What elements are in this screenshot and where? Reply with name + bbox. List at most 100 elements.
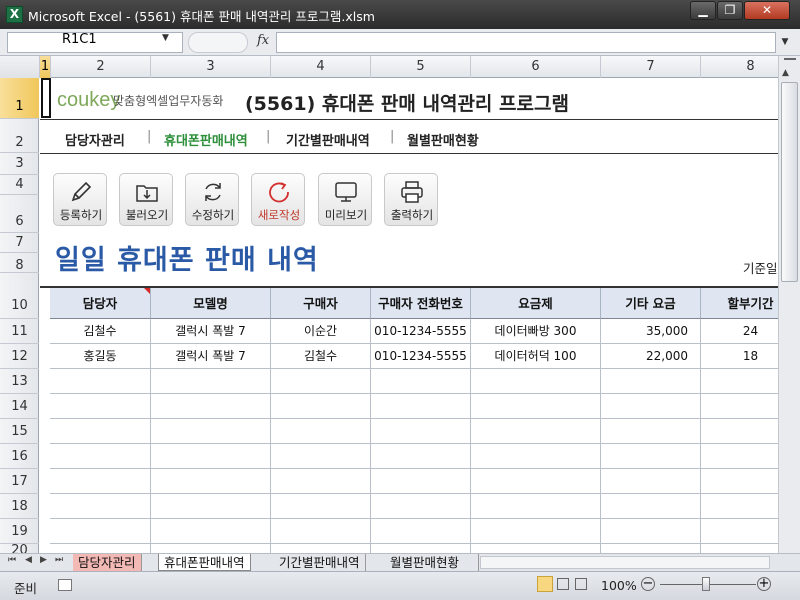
- row-header[interactable]: 14: [0, 394, 39, 419]
- row-header[interactable]: 18: [0, 494, 39, 519]
- table-cell[interactable]: [471, 394, 601, 419]
- first-sheet-icon[interactable]: ⏮: [8, 555, 16, 565]
- print-button[interactable]: 출력하기: [384, 173, 438, 226]
- column-header[interactable]: 7: [601, 56, 701, 78]
- table-cell[interactable]: [271, 369, 371, 394]
- table-header[interactable]: 기타 요금: [601, 288, 701, 319]
- nav-item-manager[interactable]: 담당자관리: [65, 130, 125, 149]
- table-cell[interactable]: 갤럭시 폭발 7: [151, 344, 271, 369]
- column-header[interactable]: 6: [471, 56, 601, 78]
- table-cell[interactable]: [471, 444, 601, 469]
- expand-formula-icon[interactable]: ▼: [777, 32, 793, 53]
- table-cell[interactable]: [50, 494, 151, 519]
- sheet-tab-period[interactable]: 기간별판매내역: [274, 554, 366, 571]
- preview-button[interactable]: 미리보기: [318, 173, 372, 226]
- table-cell[interactable]: [601, 469, 701, 494]
- row-header[interactable]: 16: [0, 444, 39, 469]
- table-cell[interactable]: [50, 519, 151, 544]
- table-cell[interactable]: 18: [701, 344, 778, 369]
- column-header[interactable]: 8: [701, 56, 778, 78]
- table-cell[interactable]: [50, 394, 151, 419]
- table-cell[interactable]: [601, 519, 701, 544]
- table-cell[interactable]: [50, 369, 151, 394]
- minimize-button[interactable]: ▁: [690, 1, 716, 20]
- table-cell[interactable]: [471, 519, 601, 544]
- table-cell[interactable]: [371, 519, 471, 544]
- row-header[interactable]: 15: [0, 419, 39, 444]
- row-header[interactable]: 12: [0, 344, 39, 369]
- table-cell[interactable]: [371, 469, 471, 494]
- table-cell[interactable]: [601, 394, 701, 419]
- normal-view-icon[interactable]: [537, 576, 553, 592]
- active-cell[interactable]: [41, 78, 51, 118]
- row-header[interactable]: 13: [0, 369, 39, 394]
- table-cell[interactable]: [271, 419, 371, 444]
- row-header[interactable]: 10: [0, 273, 39, 319]
- table-cell[interactable]: [601, 444, 701, 469]
- chevron-down-icon[interactable]: ▼: [162, 33, 169, 43]
- page-layout-view-icon[interactable]: [557, 578, 569, 590]
- row-header[interactable]: 7: [0, 233, 39, 253]
- table-cell[interactable]: [601, 369, 701, 394]
- table-cell[interactable]: [701, 444, 778, 469]
- table-cell[interactable]: [151, 419, 271, 444]
- table-header[interactable]: 할부기간: [701, 288, 778, 319]
- close-button[interactable]: ✕: [744, 1, 790, 20]
- scroll-thumb[interactable]: [781, 82, 798, 282]
- table-cell[interactable]: [371, 394, 471, 419]
- table-cell[interactable]: [701, 519, 778, 544]
- table-cell[interactable]: [371, 544, 471, 553]
- table-cell[interactable]: [371, 444, 471, 469]
- table-cell[interactable]: [471, 469, 601, 494]
- table-cell[interactable]: [50, 419, 151, 444]
- table-cell[interactable]: [701, 369, 778, 394]
- table-cell[interactable]: [271, 469, 371, 494]
- table-cell[interactable]: [471, 369, 601, 394]
- formula-input[interactable]: [276, 32, 776, 53]
- table-cell[interactable]: [50, 544, 151, 553]
- table-cell[interactable]: 24: [701, 319, 778, 344]
- table-header[interactable]: 구매자: [271, 288, 371, 319]
- table-cell[interactable]: 이순간: [271, 319, 371, 344]
- column-header[interactable]: 4: [271, 56, 371, 78]
- table-cell[interactable]: 010-1234-5555: [371, 319, 471, 344]
- table-cell[interactable]: [151, 544, 271, 553]
- table-cell[interactable]: [151, 444, 271, 469]
- table-cell[interactable]: [701, 469, 778, 494]
- table-cell[interactable]: [271, 444, 371, 469]
- table-cell[interactable]: [50, 469, 151, 494]
- split-handle-icon[interactable]: [784, 58, 796, 64]
- table-cell[interactable]: 김철수: [271, 344, 371, 369]
- nav-item-period[interactable]: 기간별판매내역: [286, 130, 370, 149]
- table-cell[interactable]: [701, 419, 778, 444]
- column-header[interactable]: 5: [371, 56, 471, 78]
- load-button[interactable]: 불러오기: [119, 173, 173, 226]
- row-header[interactable]: 17: [0, 469, 39, 494]
- nav-item-monthly[interactable]: 월별판매현황: [407, 130, 479, 149]
- table-cell[interactable]: [271, 519, 371, 544]
- table-cell[interactable]: [271, 544, 371, 553]
- comment-indicator[interactable]: [144, 288, 150, 294]
- table-header[interactable]: 구매자 전화번호: [371, 288, 471, 319]
- row-header[interactable]: 4: [0, 175, 39, 195]
- row-header[interactable]: 6: [0, 195, 39, 233]
- table-cell[interactable]: 김철수: [50, 319, 151, 344]
- select-all-corner[interactable]: [0, 56, 40, 78]
- table-cell[interactable]: [271, 394, 371, 419]
- table-cell[interactable]: [151, 494, 271, 519]
- new-button[interactable]: 새로작성: [251, 173, 305, 226]
- column-header[interactable]: 2: [51, 56, 151, 78]
- scroll-up-icon[interactable]: ▲: [782, 68, 789, 78]
- edit-button[interactable]: 수정하기: [185, 173, 239, 226]
- column-header[interactable]: 3: [151, 56, 271, 78]
- table-header[interactable]: 요금제: [471, 288, 601, 319]
- table-cell[interactable]: [151, 519, 271, 544]
- horizontal-scrollbar[interactable]: [480, 556, 770, 569]
- table-cell[interactable]: [151, 394, 271, 419]
- sheet-tab-monthly[interactable]: 월별판매현황: [385, 554, 479, 571]
- macro-record-icon[interactable]: [58, 579, 72, 591]
- table-cell[interactable]: [701, 494, 778, 519]
- table-cell[interactable]: [471, 494, 601, 519]
- table-cell[interactable]: [151, 469, 271, 494]
- row-header[interactable]: 3: [0, 153, 39, 175]
